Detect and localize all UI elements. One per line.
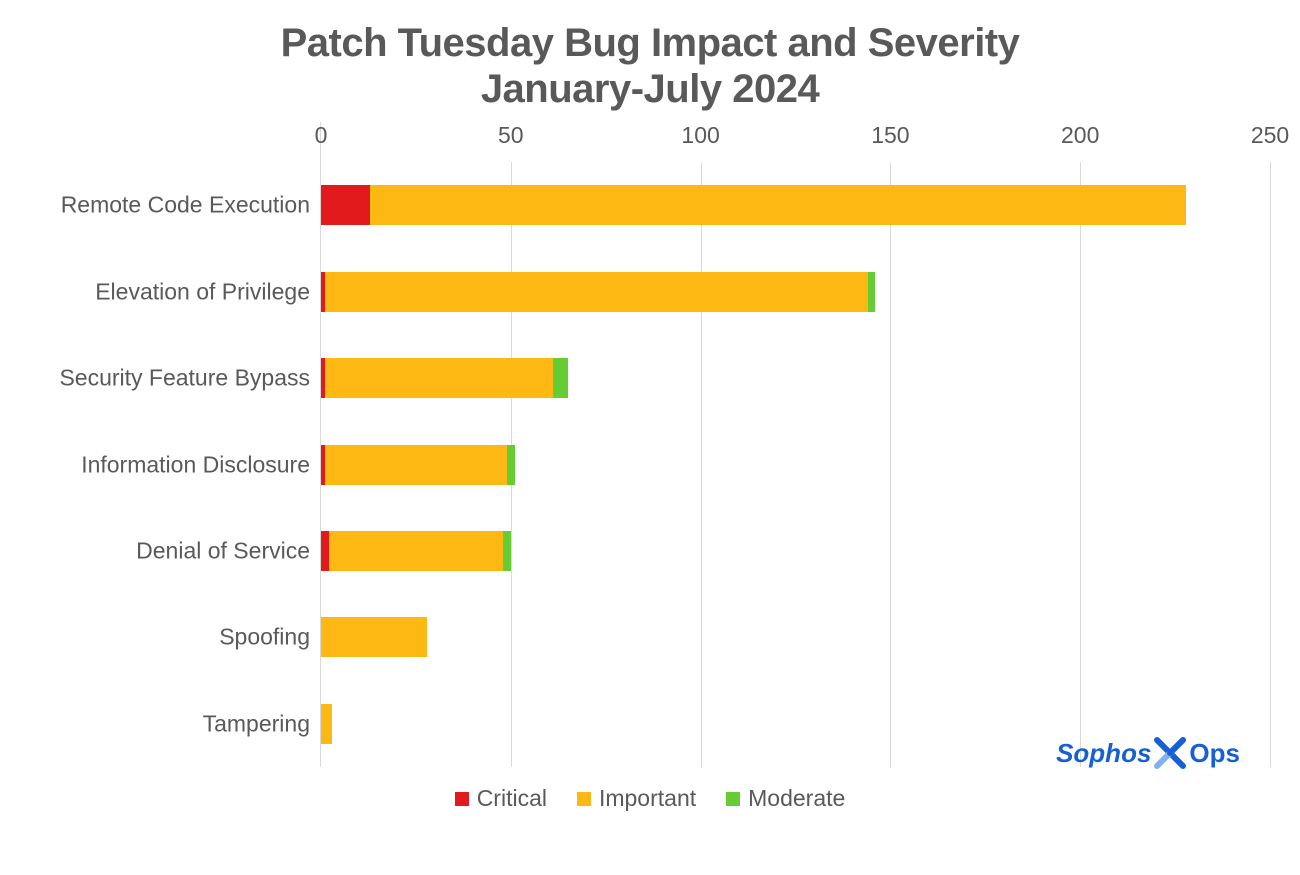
brand-logo: Sophos Ops <box>1056 736 1240 770</box>
bar-row <box>321 531 1270 571</box>
bar-row <box>321 272 1270 312</box>
bar-segment-important <box>321 704 332 744</box>
legend-item-important: Important <box>577 785 696 812</box>
bar-segment-moderate <box>503 531 511 571</box>
legend-label: Critical <box>477 785 547 812</box>
bar-segment-important <box>370 185 1186 225</box>
legend-item-moderate: Moderate <box>726 785 845 812</box>
bar-segment-moderate <box>507 445 515 485</box>
bar-row <box>321 358 1270 398</box>
legend-item-critical: Critical <box>455 785 547 812</box>
y-tick-label: Tampering <box>203 710 310 737</box>
bar-row <box>321 617 1270 657</box>
bar-segment-important <box>329 531 504 571</box>
y-axis: Remote Code Execution Elevation of Privi… <box>30 122 320 767</box>
plot-area: Remote Code Execution Elevation of Privi… <box>30 122 1270 767</box>
bar-segment-important <box>321 617 427 657</box>
x-tick-label: 100 <box>681 122 719 149</box>
bar-segment-critical <box>321 531 329 571</box>
bar-segment-critical <box>321 185 370 225</box>
y-tick-label: Remote Code Execution <box>61 192 310 219</box>
brand-text-right: Ops <box>1189 738 1240 769</box>
chart-title: Patch Tuesday Bug Impact and Severity Ja… <box>30 20 1270 112</box>
title-line-1: Patch Tuesday Bug Impact and Severity <box>281 21 1020 65</box>
bar-segment-moderate <box>553 358 568 398</box>
legend-swatch-important <box>577 792 591 806</box>
bar-row <box>321 185 1270 225</box>
legend-label: Important <box>599 785 696 812</box>
x-tick-label: 250 <box>1251 122 1289 149</box>
bar-segment-important <box>325 272 868 312</box>
x-tick-label: 0 <box>315 122 328 149</box>
bars-region <box>321 162 1270 767</box>
legend: Critical Important Moderate <box>30 785 1270 812</box>
x-tick-label: 200 <box>1061 122 1099 149</box>
legend-label: Moderate <box>748 785 845 812</box>
x-axis: 0 50 100 150 200 250 <box>321 122 1270 162</box>
y-tick-label: Spoofing <box>219 624 310 651</box>
legend-swatch-moderate <box>726 792 740 806</box>
brand-text-left: Sophos <box>1056 738 1151 769</box>
x-tick-label: 150 <box>871 122 909 149</box>
bar-segment-important <box>325 445 507 485</box>
grid-zone: 0 50 100 150 200 250 <box>320 122 1270 767</box>
x-tick-label: 50 <box>498 122 524 149</box>
y-tick-label: Security Feature Bypass <box>59 365 310 392</box>
chart-container: Patch Tuesday Bug Impact and Severity Ja… <box>0 0 1300 875</box>
y-tick-label: Denial of Service <box>136 537 310 564</box>
bar-segment-important <box>325 358 553 398</box>
title-line-2: January-July 2024 <box>481 67 819 111</box>
brand-x-icon <box>1153 736 1187 770</box>
y-tick-label: Information Disclosure <box>81 451 310 478</box>
legend-swatch-critical <box>455 792 469 806</box>
y-tick-label: Elevation of Privilege <box>95 278 310 305</box>
bar-row <box>321 445 1270 485</box>
bar-segment-moderate <box>868 272 876 312</box>
gridline <box>1270 162 1271 767</box>
